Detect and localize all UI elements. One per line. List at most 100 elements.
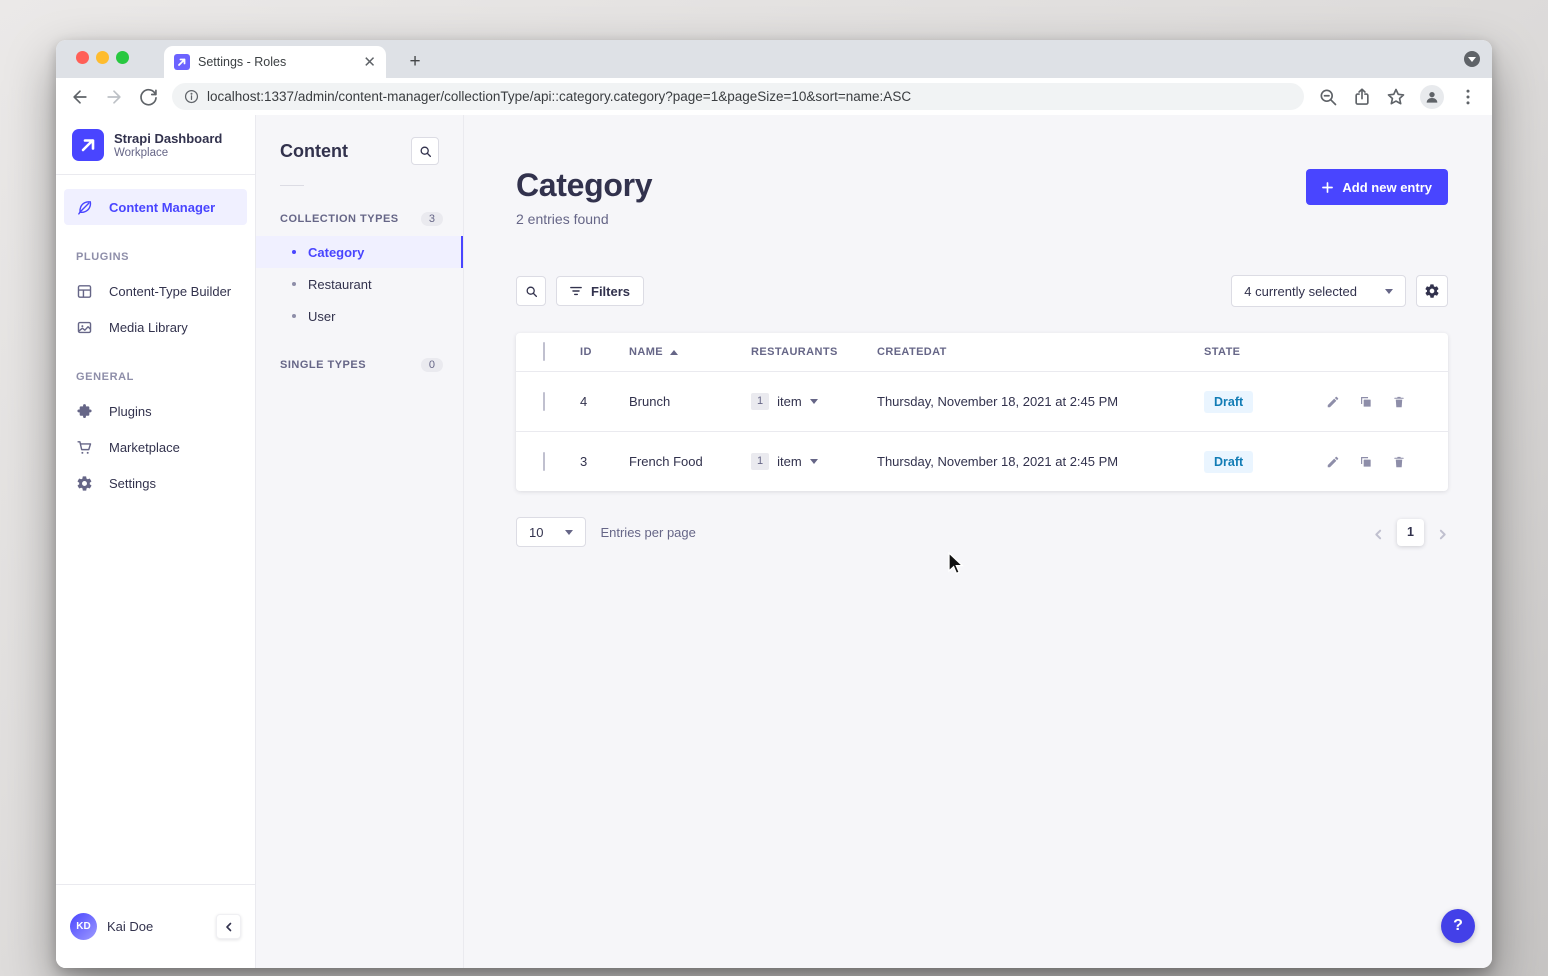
plus-icon: [1322, 182, 1333, 193]
picture-icon: [76, 319, 93, 336]
single-types-label: SINGLE TYPES: [280, 359, 366, 371]
browser-menu-icon[interactable]: [1458, 87, 1478, 107]
forward-icon[interactable]: [104, 87, 124, 107]
browser-profile-icon[interactable]: [1420, 85, 1444, 109]
subnav-item-category[interactable]: Category: [256, 236, 463, 268]
row-checkbox[interactable]: [543, 392, 545, 411]
minimize-window-button[interactable]: [96, 51, 109, 64]
edit-icon[interactable]: [1326, 395, 1340, 409]
subnav-item-label: Restaurant: [308, 277, 372, 292]
collection-types-label: COLLECTION TYPES: [280, 213, 399, 225]
cell-name: Brunch: [623, 394, 745, 409]
duplicate-icon[interactable]: [1359, 455, 1373, 469]
plugins-section-label: PLUGINS: [56, 251, 255, 263]
table-settings-button[interactable]: [1416, 275, 1448, 307]
table-row[interactable]: 3 French Food 1 item Thursday, November …: [516, 431, 1448, 491]
bookmark-star-icon[interactable]: [1386, 87, 1406, 107]
close-window-button[interactable]: [76, 51, 89, 64]
column-header-id: ID: [574, 346, 623, 358]
filter-icon: [570, 285, 582, 297]
general-section-label: GENERAL: [56, 371, 255, 383]
feather-pen-icon: [76, 199, 93, 216]
cell-createdat: Thursday, November 18, 2021 at 2:45 PM: [871, 394, 1198, 409]
tab-title: Settings - Roles: [198, 55, 355, 69]
content-subnav: Content COLLECTION TYPES 3 Category: [256, 115, 464, 968]
page-number-button[interactable]: 1: [1397, 519, 1424, 546]
user-name: Kai Doe: [107, 919, 206, 934]
subnav-divider: [280, 185, 304, 186]
sidebar-item-settings[interactable]: Settings: [64, 465, 247, 501]
cell-name: French Food: [623, 454, 745, 469]
row-checkbox[interactable]: [543, 452, 545, 471]
sidebar-item-label: Content-Type Builder: [109, 284, 231, 299]
zoom-out-icon[interactable]: [1318, 87, 1338, 107]
workspace-header[interactable]: Strapi Dashboard Workplace: [56, 115, 255, 174]
subnav-item-restaurant[interactable]: Restaurant: [256, 268, 463, 300]
next-page-icon[interactable]: [1437, 527, 1448, 538]
user-avatar[interactable]: KD: [70, 913, 97, 940]
status-badge: Draft: [1204, 391, 1253, 413]
layout-icon: [76, 283, 93, 300]
url-text[interactable]: localhost:1337/admin/content-manager/col…: [207, 89, 911, 104]
tab-close-icon[interactable]: ✕: [363, 55, 376, 70]
sidebar-item-content-type-builder[interactable]: Content-Type Builder: [64, 273, 247, 309]
mouse-cursor: [945, 552, 967, 576]
bullet-icon: [292, 314, 296, 318]
share-icon[interactable]: [1352, 87, 1372, 107]
zoom-window-button[interactable]: [116, 51, 129, 64]
table-search-button[interactable]: [516, 276, 546, 306]
sidebar-item-content-manager[interactable]: Content Manager: [64, 189, 247, 225]
collapse-sidebar-button[interactable]: [216, 914, 241, 939]
entries-table: ID NAME RESTAURANTS CREATEDAT STATE 4 Br…: [516, 333, 1448, 491]
table-row[interactable]: 4 Brunch 1 item Thursday, November 18, 2…: [516, 371, 1448, 431]
select-all-checkbox[interactable]: [543, 342, 545, 361]
add-new-entry-button[interactable]: Add new entry: [1306, 169, 1448, 205]
browser-window: Settings - Roles ✕ + localhost:1337/admi…: [56, 40, 1492, 968]
previous-page-icon[interactable]: [1373, 527, 1384, 538]
fields-selected-dropdown[interactable]: 4 currently selected: [1231, 275, 1406, 307]
main-sidebar: Strapi Dashboard Workplace Content Manag…: [56, 115, 256, 968]
edit-icon[interactable]: [1326, 455, 1340, 469]
subnav-item-user[interactable]: User: [256, 300, 463, 332]
strapi-logo-icon: [72, 129, 104, 161]
entries-per-page-label: Entries per page: [600, 525, 695, 540]
url-bar[interactable]: localhost:1337/admin/content-manager/col…: [172, 83, 1304, 110]
page-size-dropdown[interactable]: 10: [516, 517, 586, 547]
column-header-restaurants: RESTAURANTS: [745, 346, 871, 358]
reload-icon[interactable]: [138, 87, 158, 107]
site-info-icon[interactable]: [184, 89, 199, 104]
back-icon[interactable]: [70, 87, 90, 107]
sidebar-item-plugins[interactable]: Plugins: [64, 393, 247, 429]
help-button[interactable]: ?: [1441, 909, 1475, 943]
browser-tab[interactable]: Settings - Roles ✕: [164, 46, 386, 78]
sort-ascending-icon: [670, 350, 678, 355]
subnav-item-label: User: [308, 309, 335, 324]
puzzle-icon: [76, 403, 93, 420]
collection-types-count: 3: [421, 212, 443, 226]
filters-button[interactable]: Filters: [556, 276, 644, 306]
strapi-favicon-icon: [174, 54, 190, 70]
subnav-title: Content: [280, 141, 348, 162]
column-header-state: STATE: [1198, 346, 1322, 358]
bullet-icon: [292, 282, 296, 286]
sidebar-item-label: Content Manager: [109, 200, 215, 215]
column-header-name[interactable]: NAME: [623, 346, 745, 358]
duplicate-icon[interactable]: [1359, 395, 1373, 409]
cell-restaurants[interactable]: 1 item: [745, 453, 871, 470]
chevron-down-icon: [565, 530, 573, 535]
cell-id: 4: [574, 394, 623, 409]
sidebar-item-label: Plugins: [109, 404, 152, 419]
subnav-search-button[interactable]: [411, 137, 439, 165]
cell-restaurants[interactable]: 1 item: [745, 393, 871, 410]
sidebar-item-marketplace[interactable]: Marketplace: [64, 429, 247, 465]
delete-icon[interactable]: [1392, 395, 1406, 409]
tab-search-icon[interactable]: [1464, 51, 1480, 67]
gear-icon: [76, 475, 93, 492]
delete-icon[interactable]: [1392, 455, 1406, 469]
new-tab-button[interactable]: +: [402, 49, 428, 75]
cart-icon: [76, 439, 93, 456]
page-title: Category: [516, 167, 652, 204]
browser-toolbar: localhost:1337/admin/content-manager/col…: [56, 78, 1492, 115]
entries-count: 2 entries found: [516, 211, 652, 227]
sidebar-item-media-library[interactable]: Media Library: [64, 309, 247, 345]
